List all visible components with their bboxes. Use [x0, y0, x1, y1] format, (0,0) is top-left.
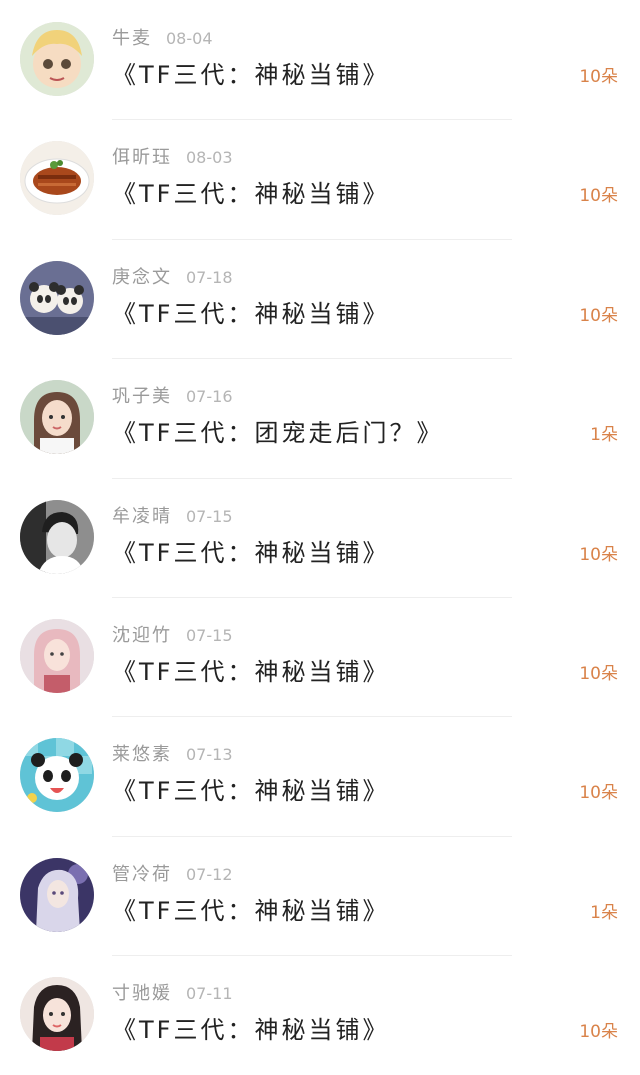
book-title[interactable]: 《TF三代：神秘当铺》 [112, 174, 389, 209]
user-name: 牟凌晴 [112, 505, 172, 527]
gift-count: 10朵 [579, 67, 618, 87]
row-divider [112, 477, 512, 479]
list-item[interactable]: 莱悠素 07-13 《TF三代：神秘当铺》 10朵 [0, 716, 640, 835]
list-item[interactable]: 寸驰媛 07-11 《TF三代：神秘当铺》 10朵 [0, 955, 640, 1074]
gift-date: 07-15 [186, 506, 233, 526]
gift-count: 10朵 [579, 1022, 618, 1043]
gift-date: 08-03 [186, 148, 233, 168]
list-item[interactable]: 佴昕珏 08-03 《TF三代：神秘当铺》 10朵 [0, 119, 640, 238]
user-name: 巩子美 [112, 386, 172, 408]
gift-count: 1朵 [590, 425, 618, 446]
gift-count: 1朵 [590, 902, 618, 923]
cartoon-boy-avatar[interactable] [20, 22, 94, 96]
gift-date: 08-04 [166, 29, 213, 48]
bw-boy-avatar[interactable] [20, 499, 94, 574]
gift-record-list: 牛麦 08-04 《TF三代：神秘当铺》 10朵 佴昕珏 08-03 《TF三代：神… [0, 0, 640, 1074]
user-name: 佴昕珏 [112, 147, 172, 169]
pink-hair-girl-avatar[interactable] [20, 618, 94, 693]
list-item[interactable]: 牟凌晴 07-15 《TF三代：神秘当铺》 10朵 [0, 477, 640, 597]
user-meta: 寸驰媛 07-11 [112, 979, 233, 1005]
book-title[interactable]: 《TF三代：神秘当铺》 [112, 891, 389, 926]
panda-toys-avatar[interactable] [20, 260, 94, 335]
gift-count: 10朵 [579, 544, 618, 565]
row-divider [112, 238, 512, 240]
user-name: 莱悠素 [112, 744, 172, 766]
gift-date: 07-15 [186, 625, 233, 645]
row-divider [112, 835, 512, 837]
row-divider [112, 596, 512, 598]
user-meta: 管冷荷 07-12 [112, 860, 233, 886]
user-name: 寸驰媛 [112, 983, 172, 1005]
gift-date: 07-12 [186, 864, 233, 884]
list-item[interactable]: 牛麦 08-04 《TF三代：神秘当铺》 10朵 [0, 0, 640, 119]
list-item[interactable]: 管冷荷 07-12 《TF三代：神秘当铺》 1朵 [0, 835, 640, 955]
gift-date: 07-11 [186, 984, 233, 1004]
book-title[interactable]: 《TF三代：神秘当铺》 [112, 771, 389, 806]
book-title[interactable]: 《TF三代：团宠走后门？》 [112, 413, 443, 448]
row-divider [112, 119, 512, 121]
list-item[interactable]: 庚念文 07-18 《TF三代：神秘当铺》 10朵 [0, 238, 640, 358]
gift-date: 07-13 [186, 745, 233, 765]
user-meta: 佴昕珏 08-03 [112, 143, 233, 169]
gift-date: 07-18 [186, 267, 233, 287]
selfie-girl-avatar[interactable] [20, 977, 94, 1052]
user-meta: 巩子美 07-16 [112, 382, 233, 408]
book-title[interactable]: 《TF三代：神秘当铺》 [112, 294, 389, 329]
user-meta: 莱悠素 07-13 [112, 740, 233, 766]
user-name: 沈迎竹 [112, 624, 172, 646]
gift-count: 10朵 [579, 663, 618, 684]
list-item[interactable]: 沈迎竹 07-15 《TF三代：神秘当铺》 10朵 [0, 596, 640, 716]
girl-photo-avatar[interactable] [20, 380, 94, 455]
row-divider [112, 358, 512, 360]
book-title[interactable]: 《TF三代：神秘当铺》 [112, 652, 389, 687]
book-title[interactable]: 《TF三代：神秘当铺》 [112, 1010, 389, 1045]
book-title[interactable]: 《TF三代：神秘当铺》 [112, 55, 389, 90]
braised-pork-avatar[interactable] [20, 141, 94, 216]
user-meta: 沈迎竹 07-15 [112, 621, 233, 647]
anime-girl-avatar[interactable] [20, 857, 94, 932]
user-name: 牛麦 [112, 28, 152, 49]
gift-count: 10朵 [579, 305, 618, 326]
user-name: 管冷荷 [112, 863, 172, 885]
user-name: 庚念文 [112, 266, 172, 288]
row-divider [112, 716, 512, 718]
gift-date: 07-16 [186, 387, 233, 407]
gift-count: 10朵 [579, 783, 618, 804]
user-meta: 庚念文 07-18 [112, 263, 233, 289]
row-divider [112, 955, 512, 957]
book-title[interactable]: 《TF三代：神秘当铺》 [112, 533, 389, 568]
cartoon-panda-avatar[interactable] [20, 738, 94, 813]
gift-count: 10朵 [579, 186, 618, 207]
list-item[interactable]: 巩子美 07-16 《TF三代：团宠走后门？》 1朵 [0, 358, 640, 477]
user-meta: 牟凌晴 07-15 [112, 502, 233, 528]
user-meta: 牛麦 08-04 [112, 24, 213, 50]
